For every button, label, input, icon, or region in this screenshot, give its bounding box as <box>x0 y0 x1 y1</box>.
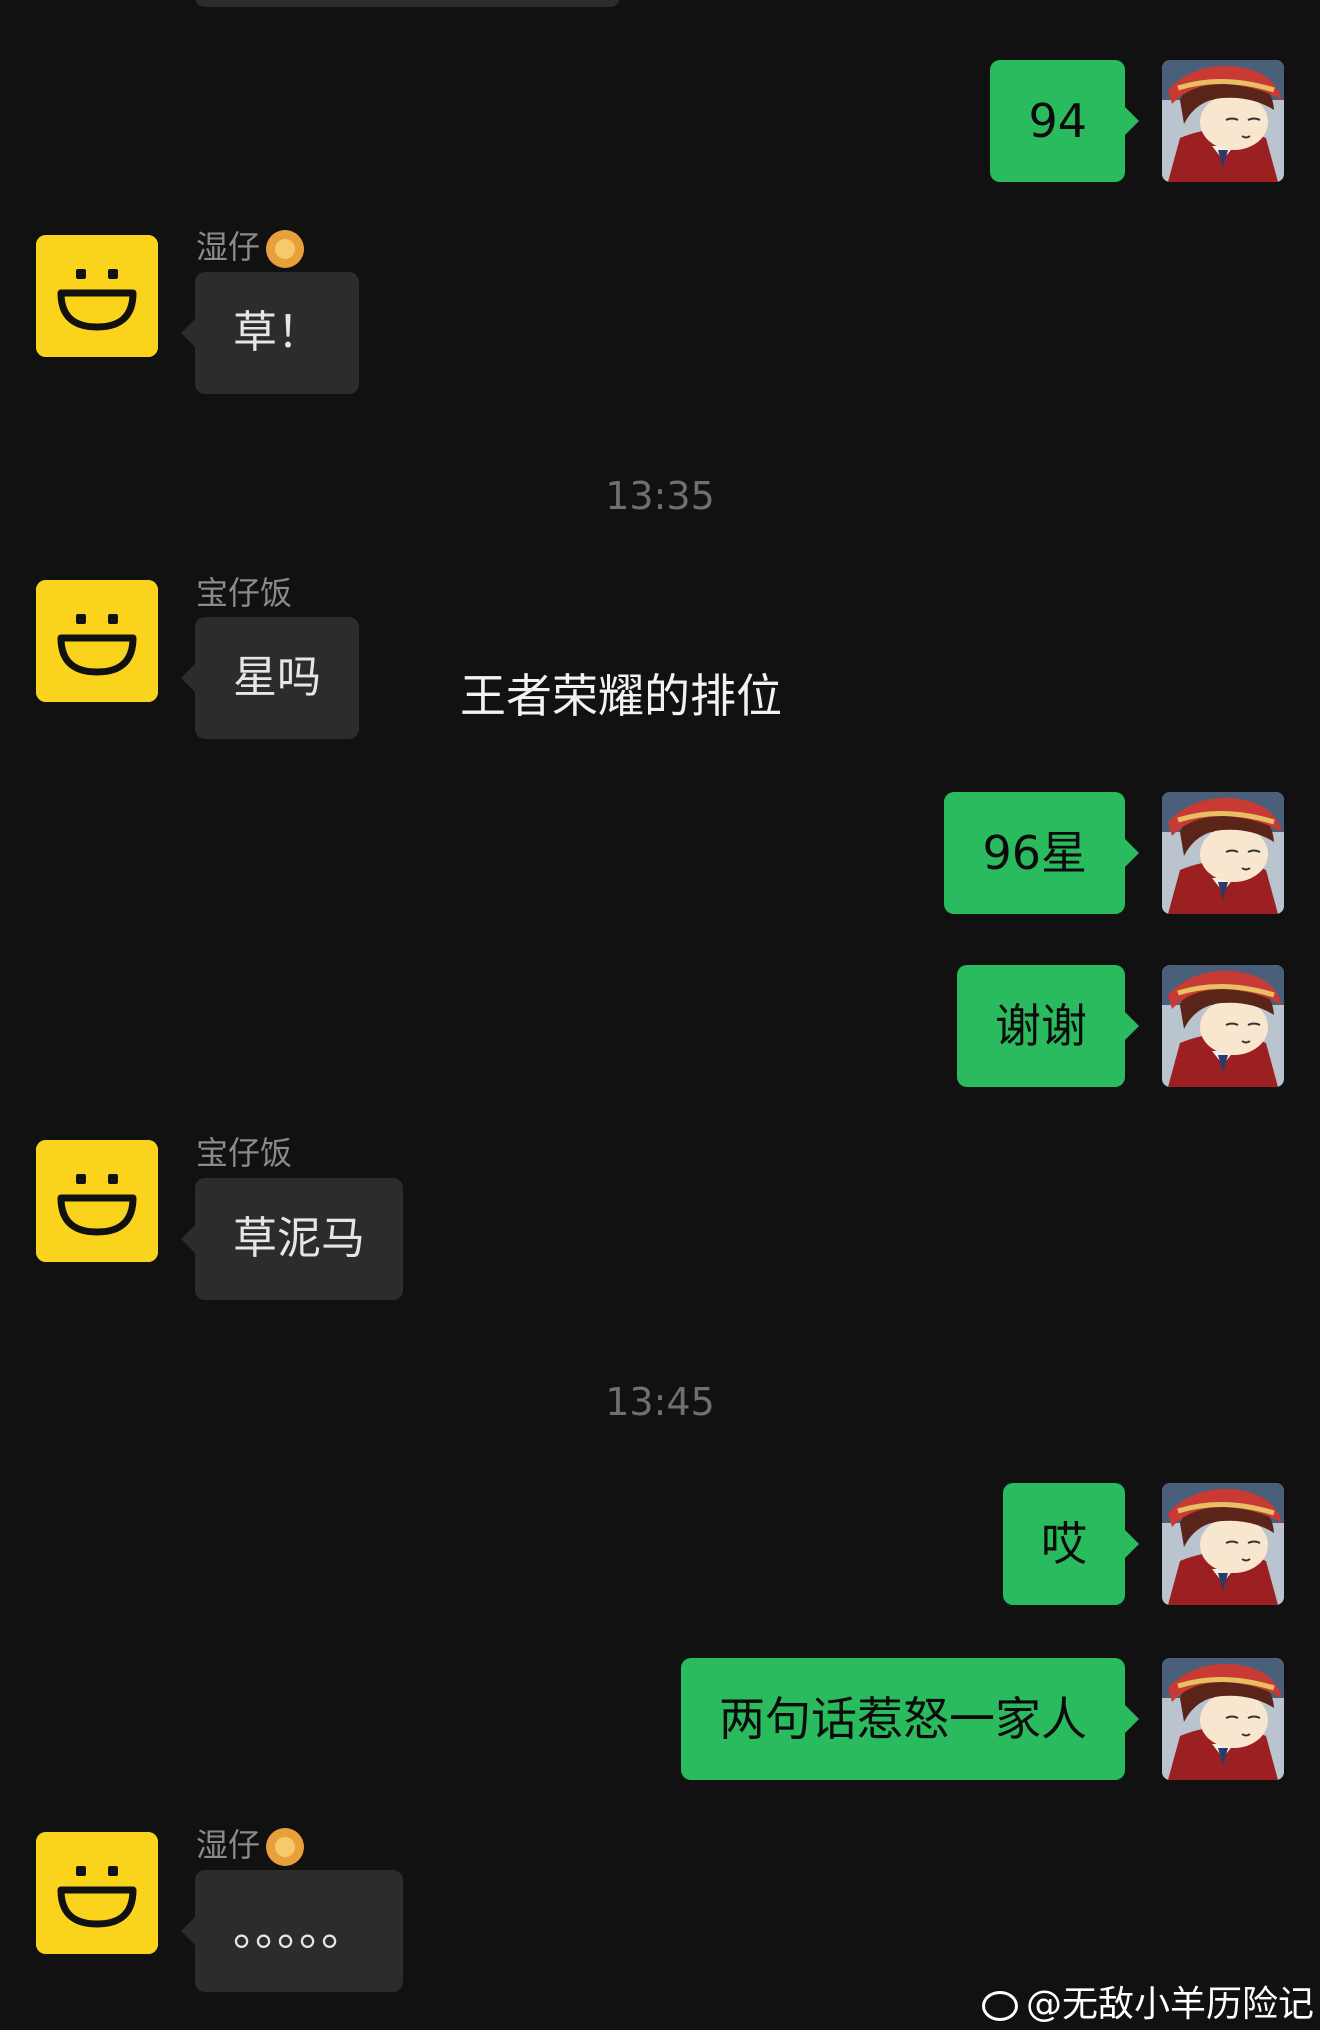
incoming-message-bubble[interactable]: 草泥马 <box>181 1178 403 1300</box>
previous-message-bubble-stub <box>195 0 620 7</box>
outgoing-message-bubble[interactable]: 谢谢 <box>957 965 1139 1087</box>
smiley-face-icon <box>36 235 158 357</box>
sender-name: 湿仔 <box>196 222 305 268</box>
sender-name: 湿仔 <box>196 1820 305 1866</box>
my-avatar[interactable] <box>1162 60 1284 182</box>
watermark: @无敌小羊历险记 <box>982 1975 1314 2027</box>
watermark-text: @无敌小羊历险记 <box>1026 1984 1315 2025</box>
outgoing-message-bubble[interactable]: 96星 <box>944 792 1139 914</box>
my-avatar[interactable] <box>1162 1658 1284 1780</box>
contact-avatar[interactable] <box>36 235 158 357</box>
caption-text: 王者荣耀的排位 <box>460 669 782 723</box>
sender-name-text: 湿仔 <box>196 1826 261 1864</box>
contact-avatar[interactable] <box>36 1832 158 1954</box>
sender-name: 宝仔饭 <box>196 1134 293 1172</box>
sender-name-text: 湿仔 <box>196 228 261 266</box>
my-avatar[interactable] <box>1162 792 1284 914</box>
smiley-face-icon <box>36 1832 158 1954</box>
outgoing-message-bubble[interactable]: 两句话惹怒一家人 <box>681 1658 1139 1780</box>
contact-avatar[interactable] <box>36 580 158 702</box>
character-avatar-icon <box>1162 965 1284 1087</box>
lion-face-icon <box>266 230 305 268</box>
outgoing-message-bubble[interactable]: 94 <box>990 60 1139 182</box>
timestamp: 13:35 <box>605 474 715 518</box>
incoming-message-bubble[interactable]: 草！ <box>181 272 359 394</box>
smiley-face-icon <box>36 580 158 702</box>
character-avatar-icon <box>1162 1658 1284 1780</box>
character-avatar-icon <box>1162 60 1284 182</box>
lion-face-icon <box>266 1828 305 1866</box>
weibo-icon <box>982 1991 1018 2021</box>
character-avatar-icon <box>1162 792 1284 914</box>
outgoing-message-bubble[interactable]: 哎 <box>1003 1483 1139 1605</box>
character-avatar-icon <box>1162 1483 1284 1605</box>
my-avatar[interactable] <box>1162 965 1284 1087</box>
contact-avatar[interactable] <box>36 1140 158 1262</box>
my-avatar[interactable] <box>1162 1483 1284 1605</box>
incoming-message-bubble[interactable]: 。。。。。 <box>181 1870 403 1992</box>
incoming-message-bubble[interactable]: 星吗 <box>181 617 359 739</box>
sender-name: 宝仔饭 <box>196 574 293 612</box>
timestamp: 13:45 <box>605 1380 715 1424</box>
smiley-face-icon <box>36 1140 158 1262</box>
